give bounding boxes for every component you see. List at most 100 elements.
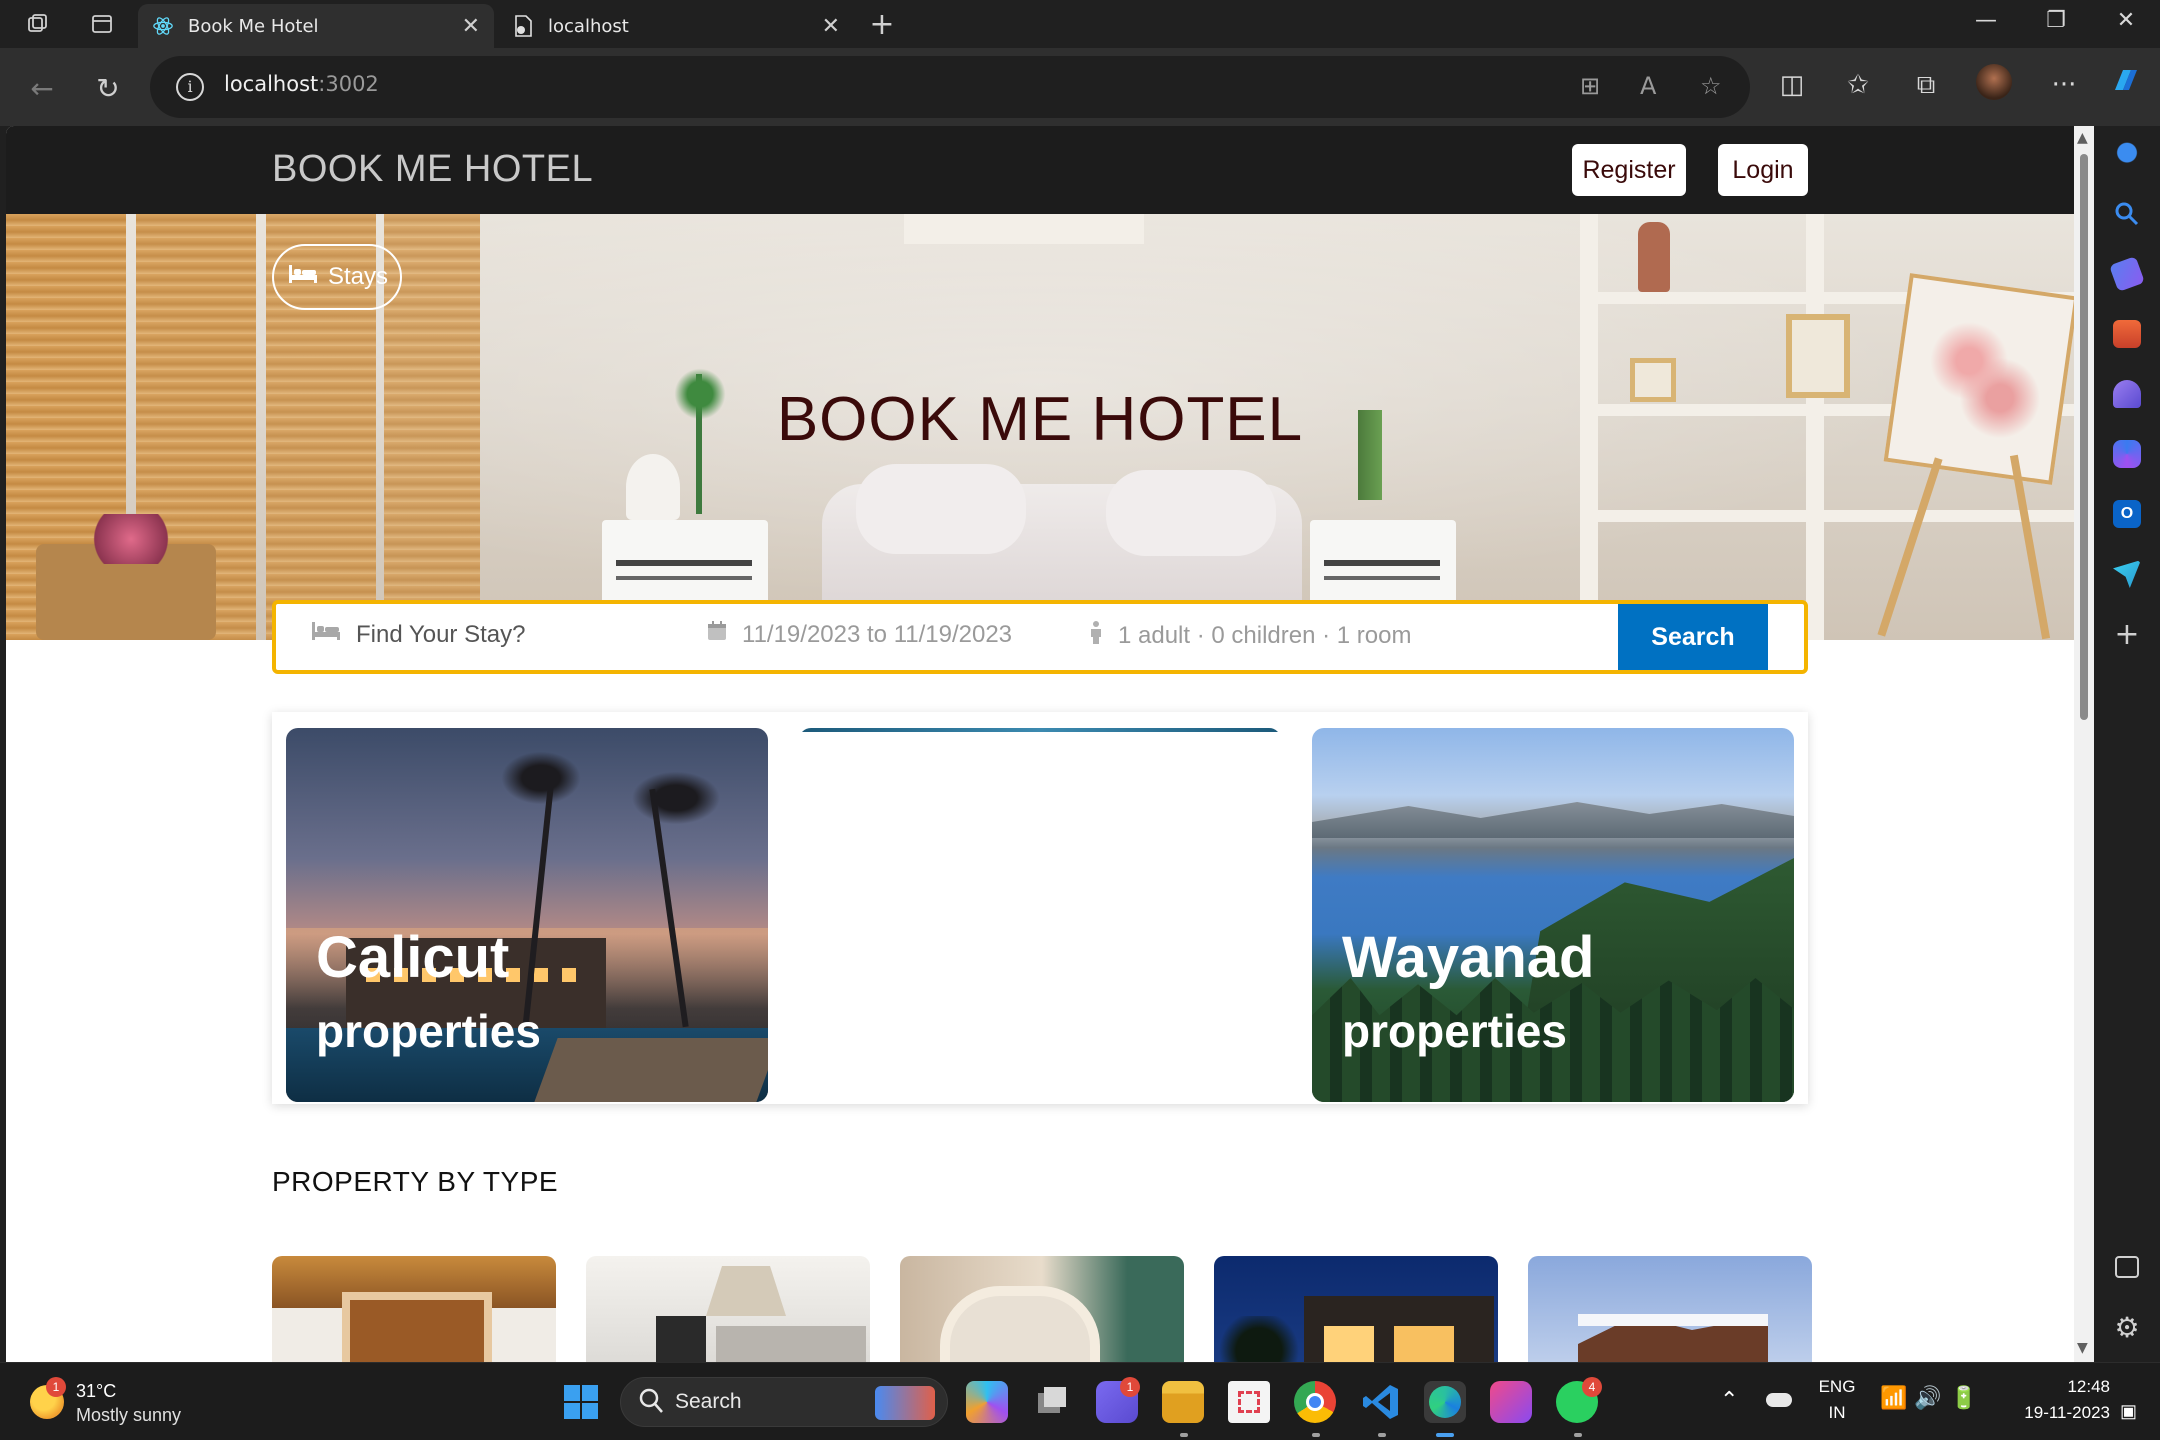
- site-logo[interactable]: BOOK ME HOTEL: [272, 148, 593, 191]
- weather-temp[interactable]: 31°C: [76, 1381, 116, 1402]
- hero-decor: [904, 214, 1144, 244]
- hero-decor: [1106, 470, 1276, 556]
- tab-title: Book Me Hotel: [188, 15, 319, 37]
- workspaces-icon[interactable]: [24, 10, 52, 38]
- stays-label: Stays: [328, 263, 389, 290]
- read-aloud-icon[interactable]: A: [1640, 72, 1656, 100]
- copilot-sidebar-icon[interactable]: [2113, 440, 2141, 468]
- date-range-field[interactable]: 11/19/2023 to 11/19/2023: [706, 620, 1012, 649]
- hero-decor: [1638, 222, 1670, 292]
- close-tab-icon[interactable]: ✕: [822, 14, 840, 39]
- refresh-icon[interactable]: ↻: [88, 68, 128, 108]
- site-info-icon[interactable]: i: [176, 73, 204, 101]
- search-bar: Find Your Stay? 11/19/2023 to 11/19/2023…: [272, 600, 1808, 674]
- language-bottom[interactable]: IN: [1814, 1403, 1860, 1423]
- tab-localhost[interactable]: localhost ✕: [498, 4, 854, 48]
- app-available-icon[interactable]: ⊞: [1580, 72, 1600, 100]
- clock-date[interactable]: 19-11-2023: [2006, 1403, 2110, 1423]
- property-type-heading: PROPERTY BY TYPE: [272, 1166, 559, 1197]
- add-sidebar-icon[interactable]: +: [2113, 620, 2141, 650]
- destination-field[interactable]: Find Your Stay?: [310, 620, 525, 649]
- favorite-star-icon[interactable]: ☆: [1700, 72, 1722, 100]
- chrome-icon[interactable]: [1294, 1381, 1336, 1423]
- tab-title: localhost: [548, 15, 629, 37]
- page-scrollbar[interactable]: ▲ ▼: [2074, 126, 2094, 1362]
- person-icon: [1088, 620, 1104, 651]
- scroll-down-icon[interactable]: ▼: [2077, 1340, 2088, 1356]
- collections-icon[interactable]: ⧉: [1908, 70, 1944, 101]
- restore-icon[interactable]: ❐: [2036, 8, 2076, 33]
- tab-book-me-hotel[interactable]: Book Me Hotel ✕: [138, 4, 494, 48]
- copilot-app-icon[interactable]: [966, 1381, 1008, 1423]
- teams-badge: 1: [1120, 1377, 1140, 1397]
- snipping-tool-icon[interactable]: [1228, 1381, 1270, 1423]
- search-icon: [637, 1386, 665, 1420]
- language-top[interactable]: ENG: [1814, 1377, 1860, 1397]
- stays-tab[interactable]: Stays: [272, 244, 402, 310]
- vscode-icon[interactable]: [1360, 1381, 1402, 1423]
- hero-title: BOOK ME HOTEL: [776, 385, 1304, 454]
- volume-icon[interactable]: 🔊: [1914, 1385, 1941, 1411]
- show-hidden-icons[interactable]: ⌃: [1720, 1387, 1738, 1413]
- hide-sidebar-icon[interactable]: [2115, 1256, 2139, 1278]
- page-viewport: BOOK ME HOTEL Register Login BOOK ME HOT…: [6, 126, 2074, 1362]
- browser-toolbar: ← ↻ i localhost:3002 ⊞ A ☆ ◫ ✩ ⧉ ···: [0, 48, 2160, 126]
- shopping-tag-icon[interactable]: [2109, 256, 2145, 292]
- edge-app-active[interactable]: [1424, 1381, 1466, 1423]
- destination-placeholder: Find Your Stay?: [356, 620, 526, 648]
- more-options-icon[interactable]: ···: [2046, 70, 2082, 100]
- site-navbar: BOOK ME HOTEL Register Login: [6, 126, 2074, 214]
- search-button[interactable]: Search: [1618, 604, 1768, 670]
- property-type-card[interactable]: [1214, 1256, 1498, 1362]
- games-icon[interactable]: [2113, 380, 2141, 408]
- back-icon[interactable]: ←: [22, 68, 62, 108]
- weather-badge: 1: [46, 1377, 66, 1397]
- weather-desc[interactable]: Mostly sunny: [76, 1405, 181, 1426]
- outlook-icon[interactable]: O: [2113, 500, 2141, 528]
- featured-subtitle: properties: [316, 1005, 541, 1057]
- wifi-icon[interactable]: 📶: [1880, 1385, 1907, 1411]
- close-tab-icon[interactable]: ✕: [462, 14, 480, 39]
- tab-actions-icon[interactable]: [88, 10, 116, 38]
- battery-icon[interactable]: 🔋: [1950, 1385, 1977, 1411]
- active-indicator: [1436, 1433, 1454, 1437]
- split-screen-icon[interactable]: ◫: [1774, 70, 1810, 100]
- scroll-up-icon[interactable]: ▲: [2077, 130, 2088, 146]
- guests-field[interactable]: 1 adult · 0 children · 1 room: [1088, 620, 1411, 651]
- search-icon[interactable]: [2113, 200, 2141, 228]
- property-type-card[interactable]: [1528, 1256, 1812, 1362]
- profile-avatar[interactable]: [1976, 64, 2012, 100]
- property-type-card[interactable]: [900, 1256, 1184, 1362]
- wondershare-icon[interactable]: [1490, 1381, 1532, 1423]
- bell-icon[interactable]: [2113, 140, 2141, 168]
- featured-card-middle[interactable]: [799, 728, 1281, 1102]
- register-button[interactable]: Register: [1572, 144, 1686, 196]
- start-windows-icon[interactable]: [560, 1381, 602, 1423]
- featured-card-calicut[interactable]: Calicut properties: [286, 728, 768, 1102]
- property-type-card[interactable]: [586, 1256, 870, 1362]
- file-explorer-icon[interactable]: [1162, 1381, 1204, 1423]
- send-icon[interactable]: [2113, 560, 2141, 588]
- login-button[interactable]: Login: [1718, 144, 1808, 196]
- featured-subtitle: properties: [1342, 1005, 1567, 1057]
- clock-time[interactable]: 12:48: [2006, 1377, 2110, 1397]
- address-bar[interactable]: i localhost:3002 ⊞ A ☆: [150, 56, 1750, 118]
- task-view-icon[interactable]: [1030, 1381, 1072, 1423]
- notification-icon[interactable]: ▣: [2120, 1401, 2137, 1422]
- onedrive-cloud-icon[interactable]: [1766, 1393, 1792, 1407]
- doc-icon: [512, 15, 534, 37]
- minimize-icon[interactable]: —: [1966, 8, 2006, 33]
- tools-briefcase-icon[interactable]: [2113, 320, 2141, 348]
- copilot-icon[interactable]: [2108, 64, 2144, 105]
- running-indicator: [1312, 1433, 1320, 1437]
- featured-card-wayanad[interactable]: Wayanad properties: [1312, 728, 1794, 1102]
- new-tab-icon[interactable]: +: [868, 7, 896, 42]
- favorites-icon[interactable]: ✩: [1840, 70, 1876, 100]
- scroll-thumb[interactable]: [2080, 154, 2088, 720]
- property-type-card[interactable]: [272, 1256, 556, 1362]
- react-icon: [152, 15, 174, 37]
- settings-gear-icon[interactable]: ⚙: [2113, 1314, 2141, 1342]
- taskbar-search[interactable]: Search: [620, 1377, 948, 1427]
- hero-banner: BOOK ME HOTEL Stays: [6, 214, 2074, 640]
- close-window-icon[interactable]: ✕: [2106, 8, 2146, 33]
